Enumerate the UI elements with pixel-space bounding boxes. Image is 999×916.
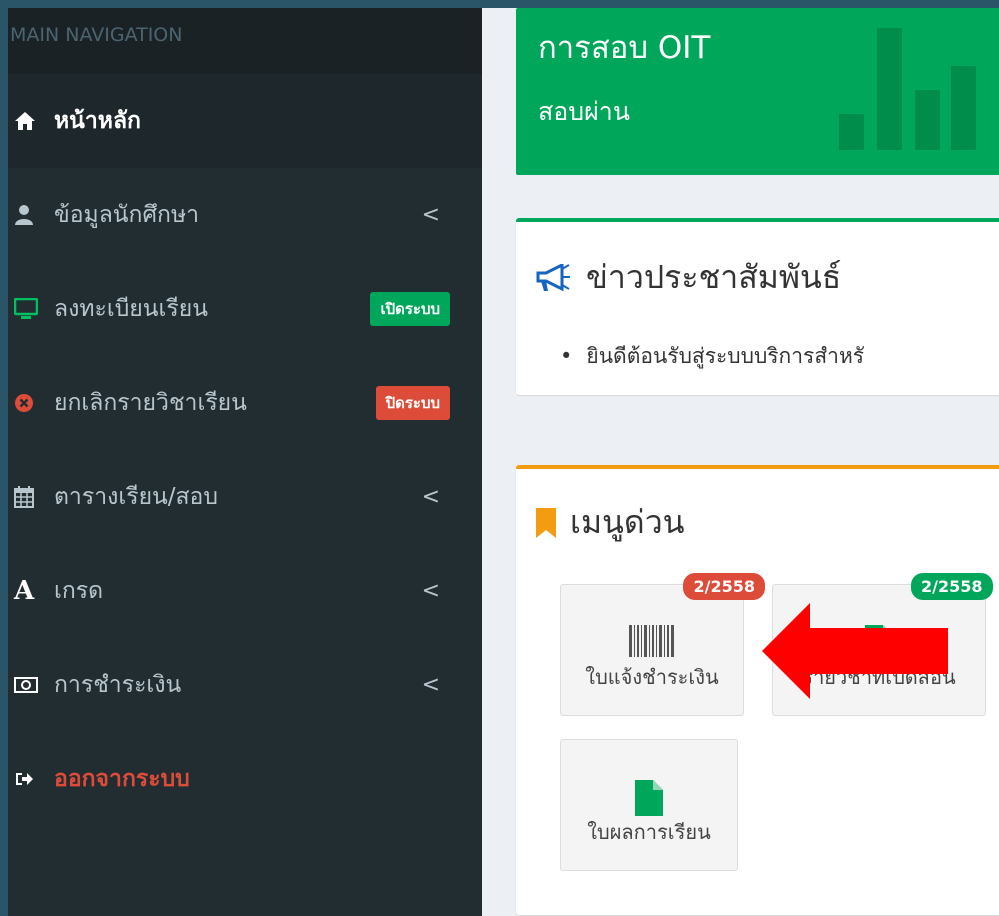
calendar-icon	[14, 486, 54, 508]
sidebar-item-home[interactable]: หน้าหลัก	[8, 74, 482, 168]
sidebar-item-label: ตารางเรียน/สอบ	[54, 484, 218, 510]
sidebar-item-label: ออกจากระบบ	[54, 766, 190, 792]
term-badge: 2/2558	[683, 573, 765, 600]
bookmark-icon	[536, 507, 556, 538]
quick-menu-title-text: เมนูด่วน	[570, 503, 685, 541]
chevron-left-icon: <	[421, 672, 440, 698]
sidebar-item-label: ยกเลิกรายวิชาเรียน	[54, 390, 247, 416]
app-button-label: ใบแจ้งชำระเงิน	[585, 665, 719, 689]
bullhorn-icon	[536, 263, 572, 292]
app-button-label: ใบผลการเรียน	[587, 820, 711, 844]
info-box-title: การสอบ OIT	[538, 30, 711, 66]
info-box-subtitle: สอบผ่าน	[538, 97, 630, 126]
main-content: การสอบ OIT สอบผ่าน ข่าวประชาสัมพันธ์ ยิน…	[482, 8, 999, 916]
close-circle-icon	[14, 393, 54, 413]
oit-info-box[interactable]: การสอบ OIT สอบผ่าน	[516, 8, 999, 175]
sidebar-item-schedule[interactable]: ตารางเรียน/สอบ <	[8, 450, 482, 544]
news-item[interactable]: ยินดีต้อนรับสู่ระบบบริการสำหรั	[560, 340, 864, 373]
home-icon	[14, 111, 54, 131]
red-arrow-annotation	[762, 603, 948, 699]
news-box: ข่าวประชาสัมพันธ์ ยินดีต้อนรับสู่ระบบบริ…	[516, 218, 999, 395]
monitor-icon	[14, 298, 54, 320]
file-icon	[635, 780, 663, 821]
sidebar: MAIN NAVIGATION หน้าหลัก ข้อมูลนักศึกษา …	[8, 8, 482, 916]
nav-header: MAIN NAVIGATION	[8, 8, 482, 74]
sidebar-item-payment[interactable]: การชำระเงิน <	[8, 638, 482, 732]
sidebar-item-label: การชำระเงิน	[54, 672, 182, 698]
barcode-icon	[629, 625, 675, 662]
sidebar-item-student-info[interactable]: ข้อมูลนักศึกษา <	[8, 168, 482, 262]
news-title-text: ข่าวประชาสัมพันธ์	[586, 258, 842, 296]
bar-chart-icon	[839, 20, 999, 150]
term-badge: 2/2558	[911, 573, 993, 600]
sign-out-icon	[14, 769, 54, 789]
chevron-left-icon: <	[421, 484, 440, 510]
user-icon	[14, 204, 54, 226]
sidebar-item-label: เกรด	[54, 578, 104, 604]
chevron-left-icon: <	[421, 202, 440, 228]
sidebar-item-grade[interactable]: A เกรด <	[8, 544, 482, 638]
status-badge-open: เปิดระบบ	[370, 292, 450, 326]
sidebar-item-logout[interactable]: ออกจากระบบ	[8, 732, 482, 826]
sidebar-item-cancel-course[interactable]: ยกเลิกรายวิชาเรียน ปิดระบบ	[8, 356, 482, 450]
news-title: ข่าวประชาสัมพันธ์	[536, 252, 841, 303]
transcript-button[interactable]: ใบผลการเรียน	[560, 739, 738, 871]
sidebar-item-label: ข้อมูลนักศึกษา	[54, 202, 200, 228]
status-badge-closed: ปิดระบบ	[375, 386, 450, 420]
font-a-icon: A	[14, 576, 35, 606]
sidebar-item-label: ลงทะเบียนเรียน	[54, 296, 208, 322]
quick-menu-title: เมนูด่วน	[536, 497, 685, 548]
money-icon	[14, 676, 54, 694]
payment-slip-button[interactable]: 2/2558 ใบแจ้งชำระเงิน	[560, 573, 765, 716]
news-list: ยินดีต้อนรับสู่ระบบบริการสำหรั	[560, 340, 864, 373]
sidebar-item-registration[interactable]: ลงทะเบียนเรียน เปิดระบบ	[8, 262, 482, 356]
sidebar-item-label: หน้าหลัก	[54, 108, 141, 134]
chevron-left-icon: <	[421, 578, 440, 604]
